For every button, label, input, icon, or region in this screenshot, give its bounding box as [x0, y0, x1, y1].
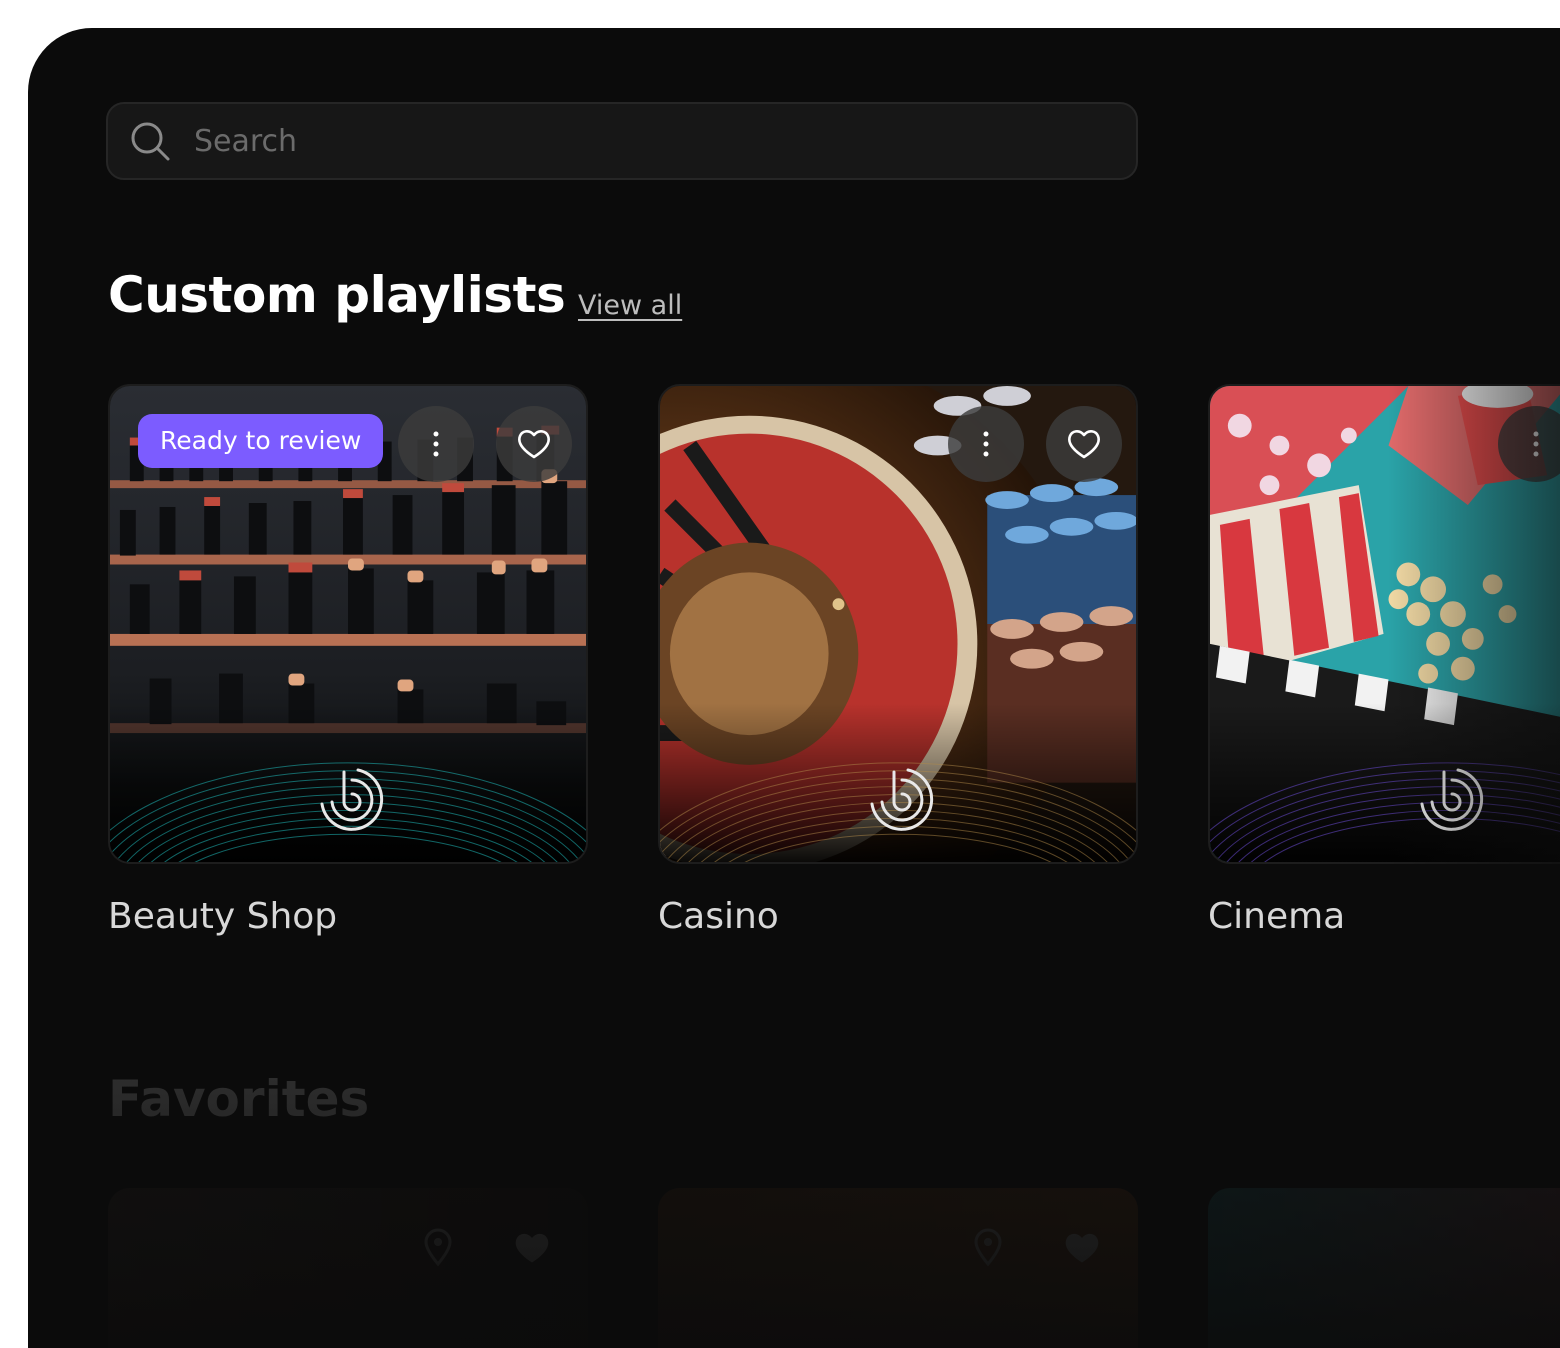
favorite-button[interactable] [1046, 406, 1122, 482]
more-vertical-icon [982, 430, 990, 458]
more-options-button[interactable] [948, 406, 1024, 482]
status-badge: Ready to review [138, 414, 383, 468]
heart-filled-icon [1062, 1228, 1102, 1268]
favorite-button[interactable] [496, 406, 572, 482]
playlist-thumbnail[interactable]: Ready to review [108, 384, 588, 864]
app-window: Custom playlists View all [28, 28, 1560, 1348]
playlist-card-cinema[interactable]: Cinema [1208, 384, 1560, 937]
playlist-name: Beauty Shop [108, 896, 588, 937]
favorite-card[interactable] [1208, 1188, 1560, 1348]
brand-logo-icon [864, 762, 936, 834]
location-pin-icon [418, 1228, 458, 1268]
location-pin-icon [968, 1228, 1008, 1268]
favorite-card[interactable] [108, 1188, 588, 1348]
heart-icon [516, 428, 552, 460]
playlist-thumbnail[interactable] [1208, 384, 1560, 864]
playlist-name: Casino [658, 896, 1138, 937]
playlist-name: Cinema [1208, 896, 1560, 937]
more-options-button[interactable] [398, 406, 474, 482]
brand-logo-icon [314, 762, 386, 834]
more-vertical-icon [1532, 430, 1540, 458]
more-vertical-icon [432, 430, 440, 458]
section-title-favorites: Favorites [108, 1070, 369, 1128]
brand-logo-icon [1414, 762, 1486, 834]
search-icon [128, 119, 172, 163]
section-title-custom-playlists: Custom playlists [108, 266, 565, 324]
search-bar[interactable] [106, 102, 1138, 180]
heart-filled-icon [512, 1228, 552, 1268]
playlist-card-casino[interactable]: Casino [658, 384, 1138, 937]
heart-icon [1066, 428, 1102, 460]
search-input[interactable] [192, 123, 1076, 160]
favorite-card[interactable] [658, 1188, 1138, 1348]
playlist-thumbnail[interactable] [658, 384, 1138, 864]
playlist-card-beauty-shop[interactable]: Ready to review Beauty Shop [108, 384, 588, 937]
view-all-link[interactable]: View all [578, 290, 682, 321]
